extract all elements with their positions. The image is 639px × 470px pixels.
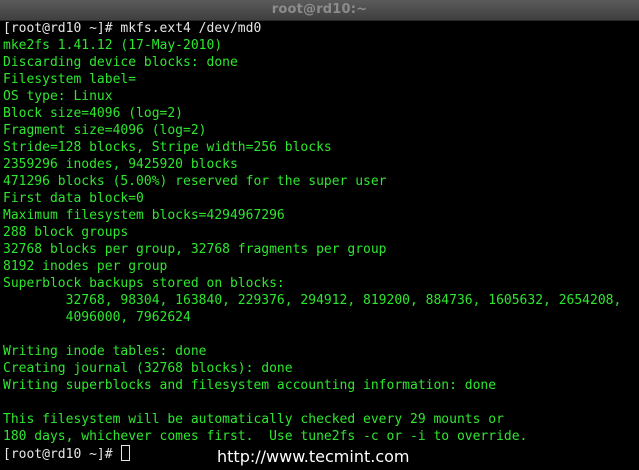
output-line: Superblock backups stored on blocks:: [3, 276, 285, 291]
output-line: 32768, 98304, 163840, 229376, 294912, 81…: [3, 293, 622, 308]
terminal-output[interactable]: [root@rd10 ~]# mkfs.ext4 /dev/md0 mke2fs…: [3, 20, 639, 470]
command-line: [root@rd10 ~]# mkfs.ext4 /dev/md0: [3, 20, 639, 37]
output-line: First data block=0: [3, 191, 144, 206]
output-line: Discarding device blocks: done: [3, 55, 238, 70]
output-line: Writing inode tables: done: [3, 344, 207, 359]
terminal-window: root@rd10:~ [root@rd10 ~]# mkfs.ext4 /de…: [0, 0, 639, 470]
window-title: root@rd10:~: [271, 2, 368, 17]
output-line: Writing superblocks and filesystem accou…: [3, 378, 497, 393]
watermark: http://www.tecmint.com: [217, 447, 410, 466]
output-line: Stride=128 blocks, Stripe width=256 bloc…: [3, 140, 332, 155]
shell-prompt: [root@rd10 ~]#: [3, 447, 121, 462]
command-text: mkfs.ext4 /dev/md0: [120, 21, 262, 36]
output-line: 471296 blocks (5.00%) reserved for the s…: [3, 174, 387, 189]
output-line: 8192 inodes per group: [3, 259, 168, 274]
output-line: 288 block groups: [3, 225, 129, 240]
output-line: 2359296 inodes, 9425920 blocks: [3, 157, 238, 172]
output-line: 32768 blocks per group, 32768 fragments …: [3, 242, 387, 257]
output-line: This filesystem will be automatically ch…: [3, 412, 504, 427]
output-line: Fragment size=4096 (log=2): [3, 123, 207, 138]
output-line: OS type: Linux: [3, 89, 113, 104]
output-line: 180 days, whichever comes first. Use tun…: [3, 429, 528, 444]
output-line: Creating journal (32768 blocks): done: [3, 361, 293, 376]
text-cursor: [121, 445, 131, 461]
output-line: Maximum filesystem blocks=4294967296: [3, 208, 285, 223]
output-line: Block size=4096 (log=2): [3, 106, 184, 121]
shell-prompt: [root@rd10 ~]#: [3, 21, 121, 36]
title-bar[interactable]: root@rd10:~: [0, 0, 639, 21]
output-line: Filesystem label=: [3, 72, 137, 87]
output-line: 4096000, 7962624: [3, 310, 191, 325]
output-line: mke2fs 1.41.12 (17-May-2010): [3, 38, 223, 53]
